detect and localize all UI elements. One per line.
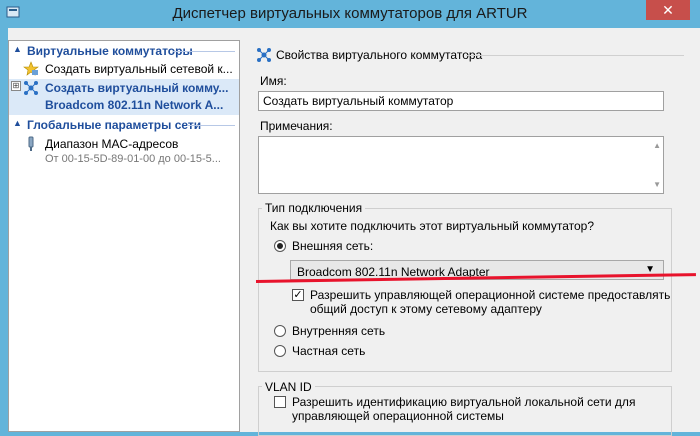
name-label: Имя: xyxy=(260,74,287,88)
external-network-label: Внешняя сеть: xyxy=(292,239,374,253)
tree-item-selected-switch[interactable]: ⊞ Создать виртуальный комму... Broadcom … xyxy=(9,79,239,115)
private-network-radio[interactable] xyxy=(274,345,286,357)
switch-name-input[interactable]: Создать виртуальный коммутатор xyxy=(258,91,664,111)
vlan-checkbox[interactable] xyxy=(274,396,286,408)
header-divider xyxy=(466,55,684,56)
chevron-up-icon[interactable]: ▲ xyxy=(13,44,22,54)
tree-item-label: Создать виртуальный сетевой к... xyxy=(45,62,233,76)
section-divider xyxy=(173,51,235,52)
share-adapter-label-2: общий доступ к этому сетевому адаптеру xyxy=(310,302,542,316)
notes-label: Примечания: xyxy=(260,119,333,133)
connection-question: Как вы хотите подключить этот виртуальны… xyxy=(270,219,595,233)
expand-icon[interactable]: ⊞ xyxy=(11,81,21,91)
title-bar: Диспетчер виртуальных коммутаторов для A… xyxy=(0,0,700,28)
vlan-title: VLAN ID xyxy=(262,380,315,394)
internal-network-label: Внутренняя сеть xyxy=(292,324,386,338)
switch-properties-icon xyxy=(257,48,271,62)
connection-type-title: Тип подключения xyxy=(262,201,366,215)
tree-item-mac-range[interactable]: Диапазон MAC-адресов От 00-15-5D-89-01-0… xyxy=(9,135,239,169)
vlan-label-2: управляющей операционной системы xyxy=(292,409,504,423)
internal-network-radio[interactable] xyxy=(274,325,286,337)
mac-address-icon xyxy=(28,136,34,151)
section-divider xyxy=(187,125,235,126)
chevron-up-icon[interactable]: ▲ xyxy=(13,118,22,128)
tree-item-create-switch[interactable]: Создать виртуальный сетевой к... xyxy=(9,60,239,78)
scroll-down-icon[interactable]: ▼ xyxy=(653,180,661,189)
tree-item-sublabel: От 00-15-5D-89-01-00 до 00-15-5... xyxy=(45,153,221,165)
scroll-up-icon[interactable]: ▲ xyxy=(653,141,661,150)
properties-pane: Свойства виртуального коммутатора Имя: С… xyxy=(248,40,700,436)
tree-item-label: Создать виртуальный комму... xyxy=(45,81,229,95)
new-switch-icon xyxy=(23,61,39,76)
section-global-network[interactable]: ▲ Глобальные параметры сети xyxy=(9,117,239,133)
window-client: ▲ Виртуальные коммутаторы Создать виртуа… xyxy=(8,28,700,436)
vlan-label-1: Разрешить идентификацию виртуальной лока… xyxy=(292,395,636,409)
section-label: Виртуальные коммутаторы xyxy=(27,44,193,58)
external-network-radio[interactable] xyxy=(274,240,286,252)
share-adapter-checkbox[interactable]: ✓ xyxy=(292,289,304,301)
private-network-label: Частная сеть xyxy=(292,344,366,358)
window-title: Диспетчер виртуальных коммутаторов для A… xyxy=(172,5,528,22)
network-switch-icon xyxy=(24,81,38,95)
section-virtual-switches[interactable]: ▲ Виртуальные коммутаторы xyxy=(9,43,239,59)
notes-textarea[interactable]: ▲ ▼ xyxy=(258,136,664,194)
tree-item-label: Диапазон MAC-адресов xyxy=(45,137,179,151)
tree-item-sublabel: Broadcom 802.11n Network A... xyxy=(45,98,224,112)
properties-header: Свойства виртуального коммутатора xyxy=(256,46,684,64)
close-button[interactable]: ✕ xyxy=(646,0,690,20)
share-adapter-label-1: Разрешить управляющей операционной систе… xyxy=(310,288,671,302)
navigation-pane: ▲ Виртуальные коммутаторы Создать виртуа… xyxy=(8,40,240,432)
properties-title: Свойства виртуального коммутатора xyxy=(276,48,483,62)
section-label: Глобальные параметры сети xyxy=(27,118,202,132)
